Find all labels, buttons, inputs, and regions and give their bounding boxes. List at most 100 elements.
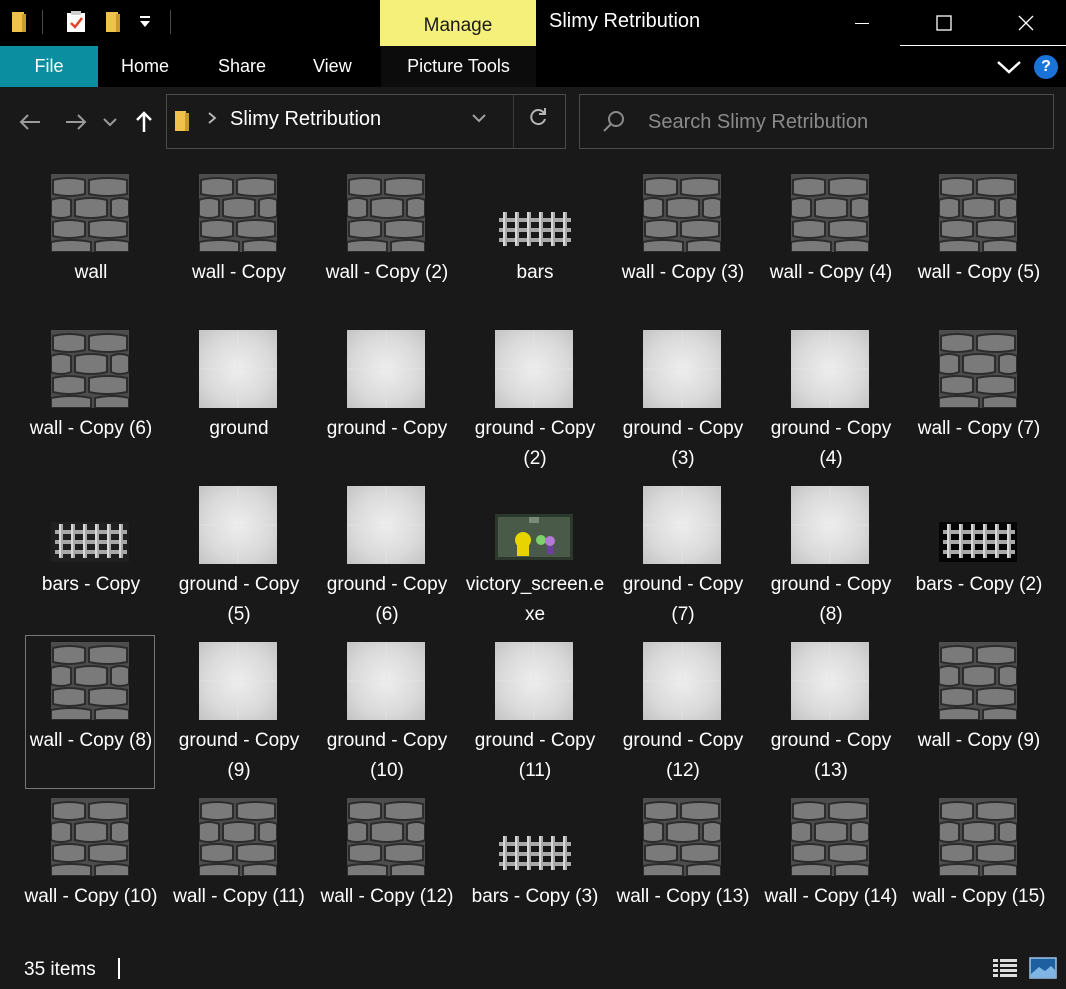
ground-texture-thumbnail [791, 486, 869, 564]
file-item[interactable]: bars - Copy (3) [461, 796, 609, 952]
text-caret [118, 958, 120, 979]
tab-view-label: View [313, 56, 352, 76]
file-name: bars [516, 262, 554, 283]
help-button[interactable]: ? [1034, 46, 1058, 87]
file-item[interactable]: ground [165, 328, 313, 484]
file-item[interactable]: wall - Copy (5) [905, 172, 1053, 328]
file-name: bars - Copy [41, 574, 141, 595]
search-input[interactable] [646, 105, 1040, 139]
file-item[interactable]: ground - Copy (6) [313, 484, 461, 640]
close-button[interactable] [986, 0, 1066, 46]
file-item[interactable]: ground - Copy (13) [757, 640, 905, 796]
file-item[interactable]: ground - Copy (4) [757, 328, 905, 484]
maximize-button[interactable] [904, 0, 984, 46]
large-icons-view-icon [1029, 957, 1057, 979]
file-item[interactable]: ground - Copy (5) [165, 484, 313, 640]
file-item[interactable]: wall - Copy (7) [905, 328, 1053, 484]
customize-toolbar-icon[interactable] [138, 14, 152, 35]
file-item[interactable]: wall - Copy (14) [757, 796, 905, 952]
tab-share[interactable]: Share [218, 46, 266, 87]
ground-texture-thumbnail [199, 486, 277, 564]
file-item[interactable]: wall - Copy (8) [17, 635, 165, 796]
help-icon: ? [1034, 54, 1058, 79]
wall-texture-thumbnail [938, 798, 1018, 877]
file-name: ground - Copy (2) [474, 418, 596, 469]
ground-texture-thumbnail [199, 330, 277, 408]
file-item[interactable]: wall [17, 172, 165, 328]
ground-texture-thumbnail [791, 330, 869, 408]
address-history-dropdown[interactable] [471, 108, 487, 129]
file-item[interactable]: ground - Copy (8) [757, 484, 905, 640]
file-item[interactable]: bars - Copy (2) [905, 484, 1053, 640]
tab-picture-tools[interactable]: Picture Tools [381, 46, 536, 87]
file-item[interactable]: wall - Copy (2) [313, 172, 461, 328]
wall-texture-thumbnail [50, 642, 130, 721]
wall-texture-thumbnail [642, 798, 722, 877]
folder-icon[interactable] [10, 10, 30, 39]
file-item[interactable]: bars [461, 172, 609, 328]
file-name: ground - Copy (13) [770, 730, 892, 781]
chevron-down-icon [997, 60, 1021, 74]
file-item[interactable]: victory_screen.exe [461, 484, 609, 640]
tab-share-label: Share [218, 56, 267, 76]
details-view-button[interactable] [992, 957, 1018, 979]
file-name: ground - Copy (4) [770, 418, 892, 469]
back-button[interactable] [16, 105, 44, 139]
recent-locations-button[interactable] [100, 105, 120, 139]
file-item[interactable]: wall - Copy (9) [905, 640, 1053, 796]
ground-texture-thumbnail [199, 642, 277, 720]
forward-button[interactable] [62, 105, 90, 139]
expand-ribbon-button[interactable] [996, 46, 1022, 87]
file-name: victory_screen.exe [465, 574, 605, 625]
file-item[interactable]: wall - Copy (12) [313, 796, 461, 952]
properties-icon[interactable] [64, 10, 88, 39]
file-item[interactable]: wall - Copy (3) [609, 172, 757, 328]
file-view[interactable]: wall wall - Copy wall - Copy (2) bars wa… [0, 157, 1066, 949]
file-name: wall - Copy (11) [173, 886, 305, 907]
file-name: wall - Copy (6) [29, 418, 153, 439]
file-grid: wall wall - Copy wall - Copy (2) bars wa… [17, 172, 1053, 952]
file-item[interactable]: wall - Copy (10) [17, 796, 165, 952]
file-name: wall - Copy (15) [912, 886, 1046, 907]
tab-picture-tools-label: Picture Tools [407, 56, 510, 76]
status-bar: 35 items [0, 949, 1066, 989]
file-item[interactable]: wall - Copy (13) [609, 796, 757, 952]
file-item[interactable]: ground - Copy (11) [461, 640, 609, 796]
file-item[interactable]: ground - Copy (12) [609, 640, 757, 796]
search-box[interactable] [579, 94, 1054, 149]
tab-file[interactable]: File [0, 46, 98, 87]
ground-texture-thumbnail [347, 486, 425, 564]
tab-home[interactable]: Home [121, 46, 169, 87]
file-name: wall - Copy (10) [24, 886, 158, 907]
file-item[interactable]: bars - Copy [17, 484, 165, 640]
file-name: ground - Copy (8) [770, 574, 892, 625]
navigation-bar: Slimy Retribution [0, 87, 1066, 157]
breadcrumb-current[interactable]: Slimy Retribution [230, 108, 381, 131]
file-name: bars - Copy (2) [915, 574, 1043, 595]
up-button[interactable] [130, 105, 158, 139]
wall-texture-thumbnail [938, 330, 1018, 409]
file-name: wall - Copy (13) [616, 886, 750, 907]
file-item[interactable]: wall - Copy (6) [17, 328, 165, 484]
file-item[interactable]: wall - Copy (15) [905, 796, 1053, 952]
refresh-button[interactable] [527, 106, 549, 134]
large-icons-view-button[interactable] [1029, 957, 1057, 979]
file-item[interactable]: wall - Copy [165, 172, 313, 328]
tab-file-label: File [34, 56, 64, 76]
file-item[interactable]: ground - Copy (7) [609, 484, 757, 640]
file-item[interactable]: ground - Copy (2) [461, 328, 609, 484]
file-name: ground - Copy (9) [178, 730, 300, 781]
file-item[interactable]: wall - Copy (4) [757, 172, 905, 328]
file-item[interactable]: ground - Copy (9) [165, 640, 313, 796]
file-item[interactable]: ground - Copy (3) [609, 328, 757, 484]
manage-tab[interactable]: Manage [380, 0, 536, 46]
new-folder-icon[interactable] [104, 10, 124, 39]
address-bar[interactable]: Slimy Retribution [166, 94, 566, 149]
bars-texture-thumbnail [939, 486, 1017, 564]
tab-view[interactable]: View [313, 46, 352, 87]
file-item[interactable]: ground - Copy (10) [313, 640, 461, 796]
file-item[interactable]: ground - Copy [313, 328, 461, 484]
breadcrumb-separator-icon[interactable] [207, 109, 217, 130]
minimize-button[interactable] [822, 0, 902, 46]
file-item[interactable]: wall - Copy (11) [165, 796, 313, 952]
